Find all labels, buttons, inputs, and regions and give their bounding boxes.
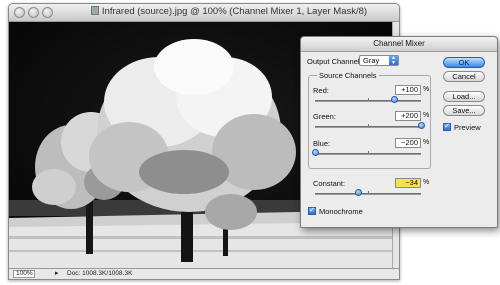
close-window-button[interactable] — [14, 7, 25, 18]
document-file-icon — [90, 6, 99, 15]
red-slider-thumb[interactable] — [391, 96, 398, 103]
ok-button[interactable]: OK — [443, 57, 485, 68]
constant-slider-center-tick — [368, 191, 369, 194]
cancel-button[interactable]: Cancel — [443, 71, 485, 82]
constant-percent-unit: % — [423, 179, 430, 186]
output-channel-label: Output Channel: — [307, 57, 362, 66]
source-channels-label: Source Channels — [317, 71, 379, 80]
blue-percent-unit: % — [423, 139, 430, 146]
constant-value-field[interactable]: −34 — [395, 178, 421, 188]
dialog-titlebar[interactable]: Channel Mixer — [301, 37, 497, 52]
blue-label: Blue: — [313, 139, 331, 148]
preview-label: Preview — [454, 123, 481, 132]
preview-checkbox[interactable]: ✓ — [443, 123, 451, 131]
constant-label: Constant: — [313, 179, 346, 188]
red-percent-unit: % — [423, 86, 430, 93]
green-value-field[interactable]: +200 — [395, 111, 421, 121]
status-bar: 100% ▸ Doc: 1008.3K/1008.3K — [9, 268, 399, 279]
blue-value-field[interactable]: −200 — [395, 138, 421, 148]
monochrome-label: Monochrome — [319, 207, 363, 216]
zoom-window-button[interactable] — [42, 7, 53, 18]
monochrome-checkbox[interactable]: ✓ — [308, 207, 316, 215]
blue-slider-thumb[interactable] — [311, 149, 319, 156]
minimize-window-button[interactable] — [28, 7, 39, 18]
green-percent-unit: % — [423, 112, 430, 119]
document-titlebar[interactable]: Infrared (source).jpg @ 100% (Channel Mi… — [9, 4, 399, 22]
checkmark-icon: ✓ — [309, 207, 315, 214]
green-label: Green: — [313, 112, 336, 121]
checkmark-icon: ✓ — [444, 123, 450, 130]
document-size: Doc: 1008.3K/1008.3K — [67, 270, 133, 277]
select-arrows-icon: ▲ ▼ — [389, 56, 398, 65]
red-slider-center-tick — [368, 98, 369, 101]
blue-slider-center-tick — [368, 151, 369, 154]
output-channel-value: Gray — [363, 56, 380, 65]
red-value-field[interactable]: +100 — [395, 85, 421, 95]
channel-mixer-dialog: Channel Mixer Output Channel: Gray ▲ ▼ So… — [300, 36, 498, 228]
document-title: Infrared (source).jpg @ 100% (Channel Mi… — [101, 6, 368, 17]
output-channel-select[interactable]: Gray ▲ ▼ — [359, 55, 399, 66]
zoom-level-field[interactable]: 100% — [13, 270, 35, 278]
load-button[interactable]: Load... — [443, 91, 485, 102]
green-slider-thumb[interactable] — [417, 122, 425, 129]
red-label: Red: — [313, 86, 329, 95]
save-button[interactable]: Save... — [443, 105, 485, 116]
status-menu-arrow-icon[interactable]: ▸ — [55, 270, 59, 278]
green-slider-center-tick — [368, 124, 369, 127]
